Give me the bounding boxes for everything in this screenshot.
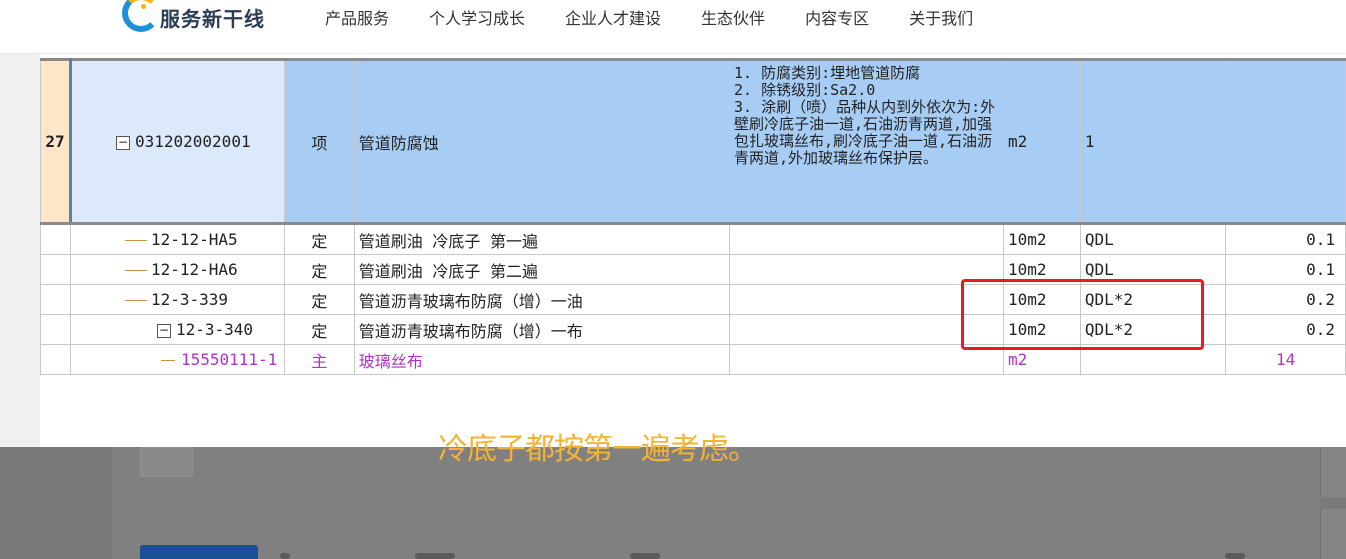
tree-branch bbox=[124, 270, 147, 271]
tree-branch bbox=[124, 240, 147, 241]
item-quantity[interactable]: 0.1 bbox=[1225, 254, 1346, 285]
row-number bbox=[40, 284, 71, 315]
item-unit[interactable]: 10m2 bbox=[1002, 223, 1081, 255]
tree-branch bbox=[124, 300, 147, 301]
collapse-toggle-icon[interactable]: − bbox=[156, 323, 171, 338]
item-name[interactable]: 管道沥青玻璃布防腐（增）一油 bbox=[353, 284, 730, 315]
overlay-indicator bbox=[630, 553, 660, 559]
item-quantity-expr[interactable]: QDL bbox=[1079, 223, 1227, 255]
overlay-indicator bbox=[1225, 553, 1245, 559]
menu-item-products[interactable]: 产品服务 bbox=[325, 5, 389, 29]
collapse-toggle-icon[interactable]: − bbox=[115, 135, 130, 150]
item-type: 定 bbox=[283, 223, 355, 255]
menu-item-about[interactable]: 关于我们 bbox=[909, 5, 973, 29]
item-code-cell[interactable]: 12-12-HA6 bbox=[69, 254, 285, 285]
row-number bbox=[40, 314, 71, 345]
item-type: 定 bbox=[283, 284, 355, 315]
row-number: 27 bbox=[40, 58, 72, 225]
item-type: 定 bbox=[283, 254, 355, 285]
table-row[interactable]: 12-12-HA5 定 管道刷油 冷底子 第一遍 10m2 QDL 0.1 bbox=[40, 223, 1346, 255]
left-margin bbox=[0, 54, 40, 447]
item-code: 12-3-339 bbox=[150, 290, 229, 309]
top-nav: 服务新干线 产品服务 个人学习成长 企业人才建设 生态伙伴 内容专区 关于我们 bbox=[0, 0, 1346, 54]
highlight-box bbox=[961, 279, 1204, 350]
overlay-thumbnail bbox=[140, 447, 193, 477]
row-number bbox=[40, 223, 71, 255]
item-code-cell[interactable]: 12-3-339 bbox=[69, 284, 285, 315]
item-name[interactable]: 管道沥青玻璃布防腐（增）一布 bbox=[353, 314, 730, 345]
item-name[interactable]: 管道刷油 冷底子 第一遍 bbox=[353, 223, 730, 255]
item-type: 项 bbox=[283, 58, 355, 225]
overlay-action-button[interactable] bbox=[140, 545, 258, 559]
overlay-side-tab bbox=[1320, 447, 1346, 497]
video-subtitle: 冷底子都按第一遍考虑。 bbox=[438, 432, 758, 467]
item-quantity[interactable]: 0.2 bbox=[1225, 314, 1346, 345]
item-name[interactable]: 玻璃丝布 bbox=[353, 344, 730, 375]
item-code-cell[interactable]: −12-3-340 bbox=[69, 314, 285, 345]
table-row-selected[interactable]: 27 −031202002001 项 管道防腐蚀 1. 防腐类别:埋地管道防腐 … bbox=[40, 58, 1346, 225]
overlay-indicator bbox=[415, 553, 455, 559]
item-features[interactable]: 1. 防腐类别:埋地管道防腐 2. 除锈级别:Sa2.0 3. 涂刷（喷）品种从… bbox=[728, 58, 1004, 225]
overlay-side-tab bbox=[1320, 509, 1346, 559]
item-code-cell[interactable]: 15550111-1 bbox=[69, 344, 285, 375]
logo-text: 服务新干线 bbox=[160, 6, 265, 31]
main-menu: 产品服务 个人学习成长 企业人才建设 生态伙伴 内容专区 关于我们 bbox=[325, 5, 1013, 29]
item-code: 031202002001 bbox=[134, 132, 251, 151]
menu-item-content[interactable]: 内容专区 bbox=[805, 5, 869, 29]
item-quantity[interactable]: 14 bbox=[1225, 344, 1346, 375]
menu-item-enterprise-talent[interactable]: 企业人才建设 bbox=[565, 5, 661, 29]
tree-branch bbox=[160, 360, 175, 361]
item-name[interactable]: 管道防腐蚀 bbox=[353, 58, 730, 225]
row-number bbox=[40, 344, 71, 375]
item-features-text: 1. 防腐类别:埋地管道防腐 2. 除锈级别:Sa2.0 3. 涂刷（喷）品种从… bbox=[733, 64, 996, 167]
item-unit[interactable]: m2 bbox=[1002, 58, 1081, 225]
row-number bbox=[40, 254, 71, 285]
item-features[interactable] bbox=[728, 223, 1004, 255]
menu-item-personal-growth[interactable]: 个人学习成长 bbox=[429, 5, 525, 29]
item-code: 15550111-1 bbox=[180, 350, 278, 369]
item-code-cell[interactable]: −031202002001 bbox=[69, 58, 285, 225]
item-name[interactable]: 管道刷油 冷底子 第二遍 bbox=[353, 254, 730, 285]
item-code: 12-12-HA6 bbox=[150, 260, 238, 279]
item-type: 主 bbox=[283, 344, 355, 375]
item-quantity-expr[interactable]: 1 bbox=[1079, 58, 1227, 225]
item-quantity[interactable] bbox=[1225, 58, 1346, 225]
item-code: 12-12-HA5 bbox=[150, 230, 238, 249]
menu-item-partners[interactable]: 生态伙伴 bbox=[701, 5, 765, 29]
item-code: 12-3-340 bbox=[175, 320, 254, 339]
item-code-cell[interactable]: 12-12-HA5 bbox=[69, 223, 285, 255]
brand-logo[interactable]: 服务新干线 bbox=[120, 0, 265, 40]
item-quantity[interactable]: 0.1 bbox=[1225, 223, 1346, 255]
overlay-indicator bbox=[280, 553, 290, 559]
item-quantity[interactable]: 0.2 bbox=[1225, 284, 1346, 315]
logo-icon bbox=[120, 0, 160, 40]
item-type: 定 bbox=[283, 314, 355, 345]
